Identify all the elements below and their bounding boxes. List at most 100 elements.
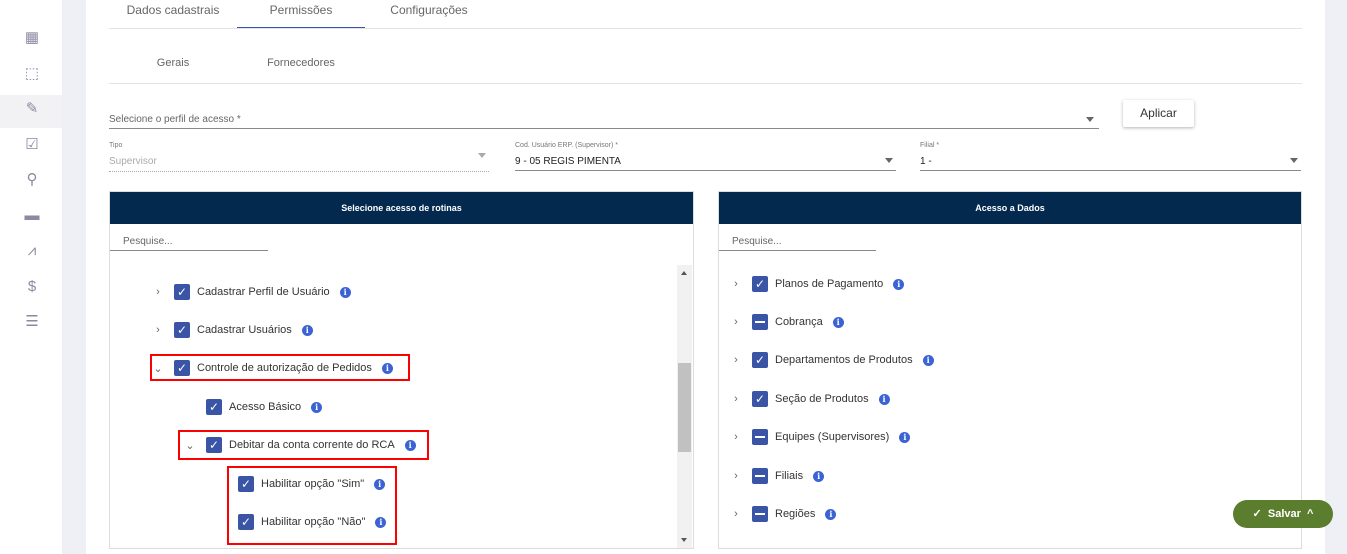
area-chart-icon[interactable]: ⩘ <box>22 242 42 260</box>
checkbox[interactable]: ✓ <box>174 284 190 300</box>
checkbox[interactable] <box>752 506 768 522</box>
chevron-down-icon <box>1290 158 1298 163</box>
tab-dados-cadastrais[interactable]: Dados cadastrais <box>109 3 237 17</box>
chevron-down-icon <box>1086 117 1094 122</box>
checkbox[interactable] <box>752 429 768 445</box>
tree-item[interactable]: › ✓ Planos de Pagamento i <box>730 275 905 293</box>
tipo-field: Tipo Supervisor <box>109 140 489 172</box>
tree-item[interactable]: › Regiões i <box>730 505 837 523</box>
tab-configuracoes[interactable]: Configurações <box>365 3 493 17</box>
check-icon: ✓ <box>1252 508 1262 520</box>
info-icon[interactable]: i <box>878 393 890 405</box>
checkbox[interactable] <box>752 314 768 330</box>
divider <box>109 28 1302 29</box>
cod-usuario-select[interactable]: Cod. Usuário ERP. (Supervisor) * 9 - 05 … <box>515 140 896 172</box>
checkbox[interactable] <box>752 468 768 484</box>
sidebar: ▦ ⬚ ✎ ☑ ⚲ ▬ ⩘ $ ☰ <box>0 0 62 554</box>
checkbox[interactable]: ✓ <box>752 352 768 368</box>
subtab-fornecedores[interactable]: Fornecedores <box>237 57 365 69</box>
info-icon[interactable]: i <box>339 286 351 298</box>
tree-item[interactable]: › Filiais i <box>730 467 825 485</box>
chevron-right-icon[interactable]: › <box>730 431 742 443</box>
save-label: Salvar <box>1267 508 1301 520</box>
subtab-gerais[interactable]: Gerais <box>109 57 237 69</box>
chevron-up-icon: ^ <box>1307 508 1314 520</box>
chevron-right-icon[interactable]: › <box>730 316 742 328</box>
filial-label: Filial * <box>920 142 940 149</box>
wallet-icon[interactable]: ▬ <box>22 207 42 225</box>
chevron-right-icon[interactable]: › <box>730 354 742 366</box>
item-label: Cobrança <box>775 316 823 328</box>
edit-icon[interactable]: ✎ <box>22 100 42 118</box>
chevron-right-icon[interactable]: › <box>730 470 742 482</box>
item-label: Regiões <box>775 508 816 520</box>
divider <box>109 83 1302 84</box>
info-icon[interactable]: i <box>922 354 934 366</box>
tipo-label: Tipo <box>109 142 123 149</box>
chevron-down-icon <box>885 158 893 163</box>
data-access-search-input[interactable]: Pesquise... <box>719 236 876 251</box>
routines-scrollbar[interactable] <box>677 265 692 548</box>
info-icon[interactable]: i <box>813 470 825 482</box>
info-icon[interactable]: i <box>825 508 837 520</box>
highlight-box <box>178 430 429 460</box>
tree-item[interactable]: › ✓ Departamentos de Produtos i <box>730 351 934 369</box>
checkbox[interactable]: ✓ <box>752 276 768 292</box>
chevron-right-icon[interactable]: › <box>730 278 742 290</box>
data-access-title: Acesso a Dados <box>719 192 1301 224</box>
item-label: Seção de Produtos <box>775 393 869 405</box>
item-label: Departamentos de Produtos <box>775 354 913 366</box>
tree-item[interactable]: › ✓ Cadastrar Perfil de Usuário i <box>152 283 351 301</box>
info-icon[interactable]: i <box>832 316 844 328</box>
tree-item[interactable]: › Cobrança i <box>730 313 844 331</box>
chevron-right-icon[interactable]: › <box>152 286 164 298</box>
scroll-down-icon[interactable] <box>681 538 687 542</box>
info-icon[interactable]: i <box>311 401 323 413</box>
tree-item[interactable]: › ✓ Seção de Produtos i <box>730 390 890 408</box>
highlight-box <box>227 466 397 545</box>
gutter <box>62 0 86 554</box>
checkbox[interactable]: ✓ <box>174 322 190 338</box>
right-gutter <box>1325 0 1347 554</box>
chevron-right-icon[interactable]: › <box>730 508 742 520</box>
tree-item[interactable]: › Equipes (Supervisores) i <box>730 428 911 446</box>
info-icon[interactable]: i <box>899 431 911 443</box>
cod-value: 9 - 05 REGIS PIMENTA <box>515 156 621 167</box>
item-label: Cadastrar Perfil de Usuário <box>197 286 330 298</box>
tab-permissoes[interactable]: Permissões <box>237 3 365 28</box>
solar-panel-icon[interactable]: ▦ <box>22 29 42 47</box>
apply-button[interactable]: Aplicar <box>1123 100 1194 127</box>
cod-label: Cod. Usuário ERP. (Supervisor) * <box>515 142 618 149</box>
info-icon[interactable]: i <box>301 324 313 336</box>
underline <box>109 128 1099 129</box>
checkbox[interactable]: ✓ <box>752 391 768 407</box>
scroll-up-icon[interactable] <box>681 271 687 275</box>
presentation-chart-icon[interactable]: ⬚ <box>22 65 42 83</box>
profile-select[interactable]: Selecione o perfil de acesso * <box>109 100 1099 129</box>
invoice-dollar-icon[interactable]: $ <box>22 278 42 296</box>
filial-value: 1 - <box>920 156 932 167</box>
checkbox[interactable]: ✓ <box>206 399 222 415</box>
routines-title: Selecione acesso de rotinas <box>110 192 693 224</box>
underline <box>109 171 489 172</box>
location-pin-icon[interactable]: ⚲ <box>22 171 42 189</box>
info-icon[interactable]: i <box>893 278 905 290</box>
tree-item[interactable]: ✓ Acesso Básico i <box>206 398 323 416</box>
routines-search-input[interactable]: Pesquise... <box>110 236 268 251</box>
tree-item[interactable]: › ✓ Cadastrar Usuários i <box>152 321 313 339</box>
chevron-down-icon <box>478 153 486 158</box>
item-label: Filiais <box>775 470 804 482</box>
chevron-right-icon[interactable]: › <box>152 324 164 336</box>
checklist-icon[interactable]: ☑ <box>22 136 42 154</box>
item-label: Cadastrar Usuários <box>197 324 292 336</box>
save-button[interactable]: ✓ Salvar ^ <box>1233 500 1333 528</box>
item-label: Acesso Básico <box>229 401 302 413</box>
item-label: Equipes (Supervisores) <box>775 431 890 443</box>
tipo-value: Supervisor <box>109 156 157 167</box>
underline <box>515 170 896 171</box>
scrollbar-thumb[interactable] <box>678 363 691 452</box>
filial-select[interactable]: Filial * 1 - <box>920 140 1301 172</box>
highlight-box <box>150 354 410 381</box>
document-icon[interactable]: ☰ <box>22 313 42 331</box>
chevron-right-icon[interactable]: › <box>730 393 742 405</box>
